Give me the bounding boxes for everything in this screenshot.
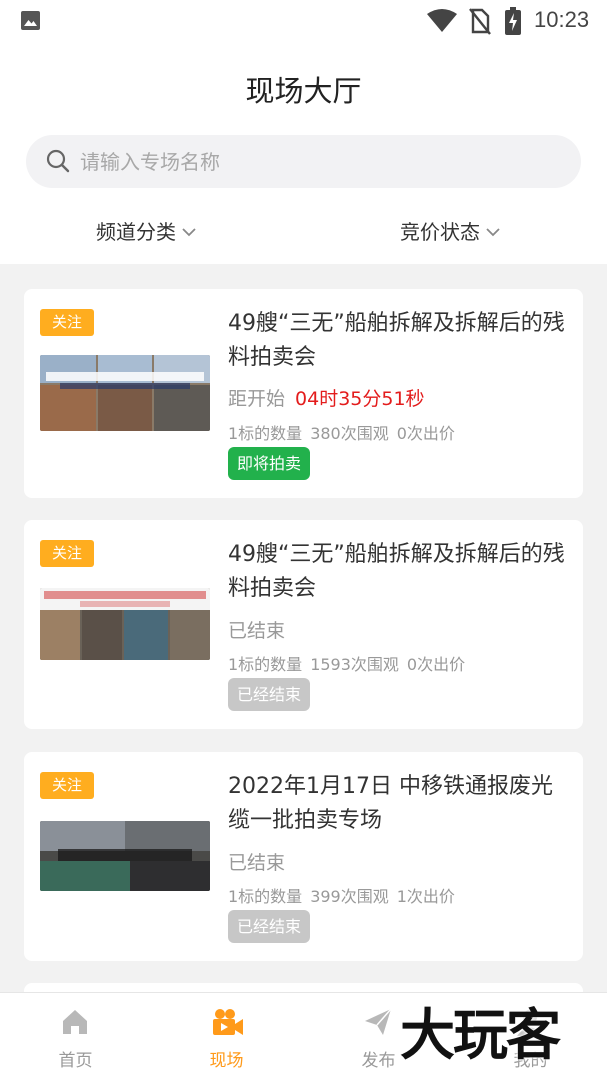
chevron-down-icon (486, 227, 500, 236)
bid-count: 0次出价 (396, 424, 455, 443)
page-title: 现场大厅 (245, 74, 362, 108)
auction-thumbnail (40, 821, 210, 891)
gallery-icon (21, 11, 40, 30)
lot-count: 1标的数量 (228, 424, 303, 443)
home-icon (63, 1010, 87, 1034)
status-filter-dropdown[interactable]: 竞价状态 (400, 216, 500, 245)
lot-count: 1标的数量 (228, 655, 303, 674)
auction-card[interactable]: 关注 2022年1月17日 中移铁通报废光缆一批拍卖专场 已结束 1标的数量 39… (24, 752, 583, 961)
status-badge: 已经结束 (228, 678, 311, 711)
channel-filter-label: 频道分类 (96, 220, 176, 244)
view-count: 399次围观 (310, 887, 389, 906)
follow-button[interactable]: 关注 (40, 309, 94, 336)
tab-home[interactable]: 首页 (0, 993, 151, 1080)
auction-stats: 1标的数量 399次围观 1次出价 (228, 883, 463, 907)
auction-status-text: 已结束 (228, 620, 286, 642)
view-count: 380次围观 (310, 424, 389, 443)
auction-stats: 1标的数量 1593次围观 0次出价 (228, 651, 473, 675)
countdown: 距开始 04时35分51秒 (228, 384, 425, 411)
lot-count: 1标的数量 (228, 887, 303, 906)
video-camera-icon (213, 1009, 243, 1035)
auction-title: 49艘“三无”船舶拆解及拆解后的残料拍卖会 (228, 311, 565, 370)
tab-live[interactable]: 现场 (151, 993, 302, 1080)
view-count: 1593次围观 (310, 655, 399, 674)
search-bar[interactable] (26, 135, 581, 188)
no-sim-icon (469, 8, 491, 35)
status-badge: 即将拍卖 (228, 447, 311, 480)
bid-count: 1次出价 (396, 887, 455, 906)
follow-button[interactable]: 关注 (40, 772, 94, 799)
paper-plane-icon (365, 1008, 392, 1035)
auction-title: 2022年1月17日 中移铁通报废光缆一批拍卖专场 (228, 774, 553, 833)
follow-button[interactable]: 关注 (40, 540, 94, 567)
auction-title: 49艘“三无”船舶拆解及拆解后的残料拍卖会 (228, 542, 565, 601)
countdown-time: 04时35分51秒 (295, 388, 425, 410)
chevron-down-icon (182, 227, 196, 236)
auction-status-text: 已结束 (228, 852, 286, 874)
watermark: 大玩客 (400, 1002, 561, 1067)
clock: 10:23 (534, 7, 590, 32)
search-input[interactable] (80, 135, 560, 188)
status-bar: 10:23 (0, 0, 607, 44)
battery-charging-icon (505, 7, 521, 35)
auction-card[interactable]: 关注 49艘“三无”船舶拆解及拆解后的残料拍卖会 已结束 1标的数量 1593次围… (24, 520, 583, 729)
channel-filter-dropdown[interactable]: 频道分类 (96, 216, 196, 245)
bid-count: 0次出价 (406, 655, 466, 674)
tab-label: 首页 (58, 1051, 93, 1071)
auction-card[interactable]: 关注 49艘“三无”船舶拆解及拆解后的残料拍卖会 距开始 04时35分51秒 1标… (24, 289, 583, 498)
countdown-label: 距开始 (228, 388, 286, 410)
status-filter-label: 竞价状态 (400, 220, 480, 244)
tab-label: 现场 (209, 1051, 244, 1071)
auction-thumbnail (40, 588, 210, 660)
auction-thumbnail (40, 355, 210, 431)
search-icon (46, 149, 70, 173)
status-badge: 已经结束 (228, 910, 311, 943)
wifi-icon (427, 9, 457, 32)
auction-stats: 1标的数量 380次围观 0次出价 (228, 420, 463, 444)
